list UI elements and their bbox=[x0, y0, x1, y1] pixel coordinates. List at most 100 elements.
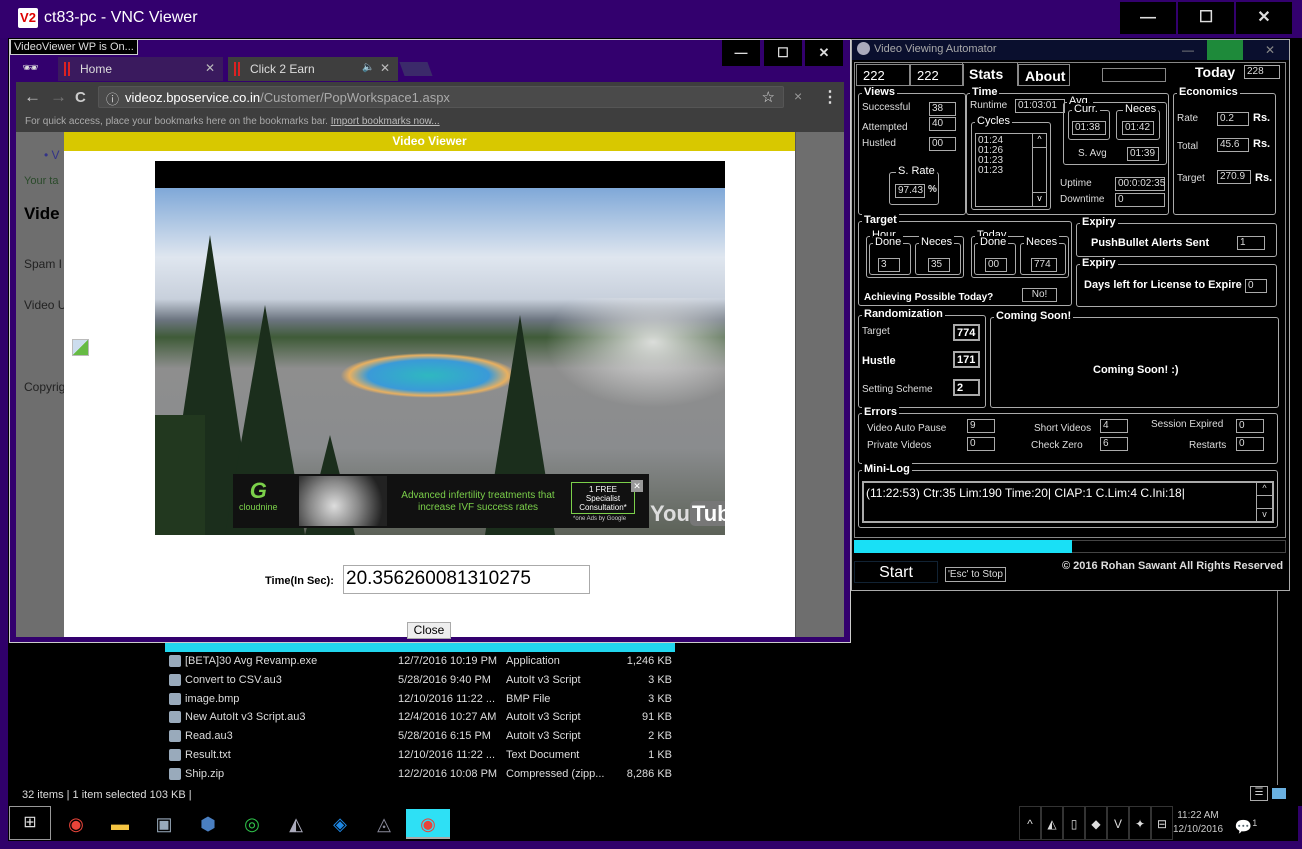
tab-close-icon[interactable]: ✕ bbox=[380, 61, 390, 75]
windows-start-icon[interactable]: ⊞ bbox=[9, 806, 51, 840]
vnc-close-button[interactable]: ✕ bbox=[1236, 2, 1292, 34]
chrome-close-button[interactable]: ✕ bbox=[805, 40, 843, 66]
time-label: Time(In Sec): bbox=[265, 575, 334, 587]
taskbar-file-explorer-icon[interactable]: ▬ bbox=[98, 809, 142, 839]
tab-about[interactable]: About bbox=[1018, 64, 1070, 86]
modal-title: Video Viewer bbox=[64, 132, 795, 151]
minilog-scrollbar[interactable]: ^ v bbox=[1256, 483, 1272, 521]
cycle-item[interactable]: 01:23 bbox=[978, 166, 1003, 176]
time-input[interactable]: 20.356260081310275 bbox=[343, 565, 590, 594]
file-row[interactable]: Result.txt 12/10/2016 11:22 ... Text Docum… bbox=[165, 746, 675, 765]
start-button[interactable]: Start bbox=[854, 561, 938, 583]
randomization-group: Randomization Target 774 Hustle 171 Sett… bbox=[858, 308, 986, 408]
hour-neces-value: 35 bbox=[928, 258, 950, 272]
file-icon bbox=[169, 767, 181, 780]
video-auto-pause-value: 9 bbox=[967, 419, 995, 433]
file-row[interactable]: Read.au3 5/28/2016 6:15 PM AutoIt v3 Scrip… bbox=[165, 727, 675, 746]
taskbar-chrome-active-icon[interactable]: ◉ bbox=[406, 809, 450, 839]
chrome-maximize-button[interactable]: ☐ bbox=[764, 40, 802, 66]
page-scrollbar[interactable] bbox=[795, 132, 844, 637]
back-button[interactable]: ← bbox=[24, 87, 41, 107]
cycles-list[interactable]: 01:24 01:26 01:23 01:23 ^ v bbox=[975, 133, 1047, 207]
tab-close-icon[interactable]: ✕ bbox=[205, 61, 215, 75]
file-row[interactable]: image.bmp 12/10/2016 11:22 ... BMP File 3 K… bbox=[165, 690, 675, 709]
file-icon bbox=[169, 711, 181, 724]
minilog-textarea[interactable]: (11:22:53) Ctr:35 Lim:190 Time:20| CIAP:… bbox=[862, 481, 1274, 523]
automator-maximize-button[interactable] bbox=[1207, 40, 1243, 60]
file-name: Result.txt bbox=[185, 749, 231, 761]
taskbar-clock[interactable]: 11:22 AM 12/10/2016 bbox=[1170, 806, 1226, 840]
chrome-minimize-button[interactable]: — bbox=[722, 40, 760, 66]
ad-cta-button[interactable]: 1 FREE Specialist Consultation* bbox=[571, 482, 635, 514]
chrome-menu-icon[interactable]: ⋮ bbox=[822, 87, 838, 107]
file-type: Text Document bbox=[506, 749, 580, 761]
tab-222-a[interactable]: 222 bbox=[856, 64, 910, 86]
youtube-video-player[interactable]: G cloudnine Advanced infertility treatme… bbox=[155, 161, 725, 535]
automator-title: Video Viewing Automator bbox=[874, 43, 997, 55]
today-neces-value: 774 bbox=[1031, 258, 1057, 272]
new-tab-button[interactable] bbox=[399, 62, 433, 76]
autoit-icon bbox=[857, 42, 870, 55]
close-button[interactable]: Close bbox=[407, 622, 451, 639]
vnc-maximize-button[interactable]: ☐ bbox=[1178, 2, 1234, 34]
minilog-group: Mini-Log (11:22:53) Ctr:35 Lim:190 Time:… bbox=[858, 463, 1278, 528]
views-group: Views Successful 38 Attempted 40 Hustled… bbox=[858, 86, 966, 215]
copyright-text: © 2016 Rohan Sawant All Rights Reserved bbox=[1062, 560, 1284, 572]
curr-value: 01:38 bbox=[1072, 121, 1106, 135]
show-hidden-icons-icon[interactable]: ^ bbox=[1019, 806, 1041, 840]
taskbar-chrome-icon[interactable]: ◉ bbox=[54, 809, 98, 839]
bookmark-star-icon[interactable]: ☆ bbox=[762, 88, 775, 106]
import-bookmarks-link[interactable]: Import bookmarks now... bbox=[331, 116, 440, 127]
vnc-minimize-button[interactable]: — bbox=[1120, 2, 1176, 34]
audio-icon[interactable]: 🔈 bbox=[362, 62, 374, 73]
file-name: Convert to CSV.au3 bbox=[185, 673, 282, 686]
network-app-tray-icon[interactable]: ◆ bbox=[1085, 806, 1107, 840]
tab-click-2-earn[interactable]: Click 2 Earn 🔈 ✕ bbox=[228, 57, 398, 81]
app-tray-icon[interactable]: ✦ bbox=[1129, 806, 1151, 840]
tab-stats[interactable]: Stats bbox=[962, 62, 1018, 86]
reload-button[interactable]: C bbox=[75, 89, 86, 106]
page-link-fragment[interactable]: • V bbox=[44, 148, 60, 162]
taskbar-remote-desktop-icon[interactable]: ▣ bbox=[142, 809, 186, 839]
file-row[interactable]: Ship.zip 12/2/2016 10:08 PM Compressed (zi… bbox=[165, 765, 675, 784]
taskbar-teamviewer-icon[interactable]: ◈ bbox=[318, 809, 362, 839]
page-heading-fragment: Vide bbox=[24, 204, 60, 223]
vnc-tray-icon[interactable]: V bbox=[1107, 806, 1129, 840]
youtube-logo[interactable]: YouTube bbox=[650, 501, 725, 527]
address-bar[interactable]: ⓘ videoz.bposervice.co.in/Customer/PopWo… bbox=[98, 86, 784, 108]
ad-banner[interactable]: G cloudnine Advanced infertility treatme… bbox=[233, 474, 649, 528]
tab-home[interactable]: Home ✕ bbox=[58, 57, 223, 81]
restarts-value: 0 bbox=[1236, 437, 1264, 451]
time-group: Time Runtime 01:03:01 Cycles 01:24 01:26 0… bbox=[966, 86, 1169, 215]
file-row[interactable]: Convert to CSV.au3 5/28/2016 9:40 PM AutoI… bbox=[165, 671, 675, 690]
automator-minimize-button[interactable]: — bbox=[1170, 40, 1206, 60]
large-icons-view-icon[interactable] bbox=[1272, 788, 1286, 799]
site-info-icon[interactable]: ⓘ bbox=[106, 89, 119, 108]
downtime-value: 0 bbox=[1115, 193, 1165, 207]
autoit-tray-icon[interactable]: ◭ bbox=[1041, 806, 1063, 840]
pushbullet-group: Expiry PushBullet Alerts Sent 1 bbox=[1076, 216, 1277, 257]
file-row[interactable]: [BETA]30 Avg Revamp.exe 12/7/2016 10:19 P… bbox=[165, 652, 675, 671]
extension-close-icon[interactable]: × bbox=[794, 88, 802, 104]
action-center-icon[interactable]: 💬1 bbox=[1229, 806, 1263, 840]
url-path: /Customer/PopWorkspace1.aspx bbox=[260, 90, 450, 105]
taskbar-autoit-icon[interactable]: ◭ bbox=[274, 809, 318, 839]
tab-222-b[interactable]: 222 bbox=[910, 64, 964, 86]
explorer-scrollbar[interactable] bbox=[1277, 590, 1291, 785]
neces-avg-value: 01:42 bbox=[1122, 121, 1154, 135]
usb-tray-icon[interactable]: ▯ bbox=[1063, 806, 1085, 840]
bookmarks-bar: For quick access, place your bookmarks h… bbox=[16, 114, 844, 132]
ad-close-icon[interactable]: ✕ bbox=[631, 480, 643, 492]
details-view-icon[interactable]: ☰ bbox=[1250, 786, 1268, 801]
taskbar-virtualbox-icon[interactable]: ⬢ bbox=[186, 809, 230, 839]
taskbar-eye-app-icon[interactable]: ◎ bbox=[230, 809, 274, 839]
page-text-fragment: Your ta bbox=[24, 175, 59, 187]
forward-button[interactable]: → bbox=[50, 87, 67, 107]
uptime-value: 00:0:02:35 bbox=[1115, 177, 1165, 191]
taskbar-autoit-2-icon[interactable]: ◬ bbox=[362, 809, 406, 839]
automator-close-button[interactable]: ✕ bbox=[1252, 40, 1288, 60]
runtime-value: 01:03:01 bbox=[1015, 99, 1065, 113]
file-date: 12/10/2016 11:22 ... bbox=[398, 749, 496, 761]
cycles-scrollbar[interactable]: ^ v bbox=[1032, 134, 1046, 206]
file-row[interactable]: New AutoIt v3 Script.au3 12/4/2016 10:27 … bbox=[165, 708, 675, 727]
